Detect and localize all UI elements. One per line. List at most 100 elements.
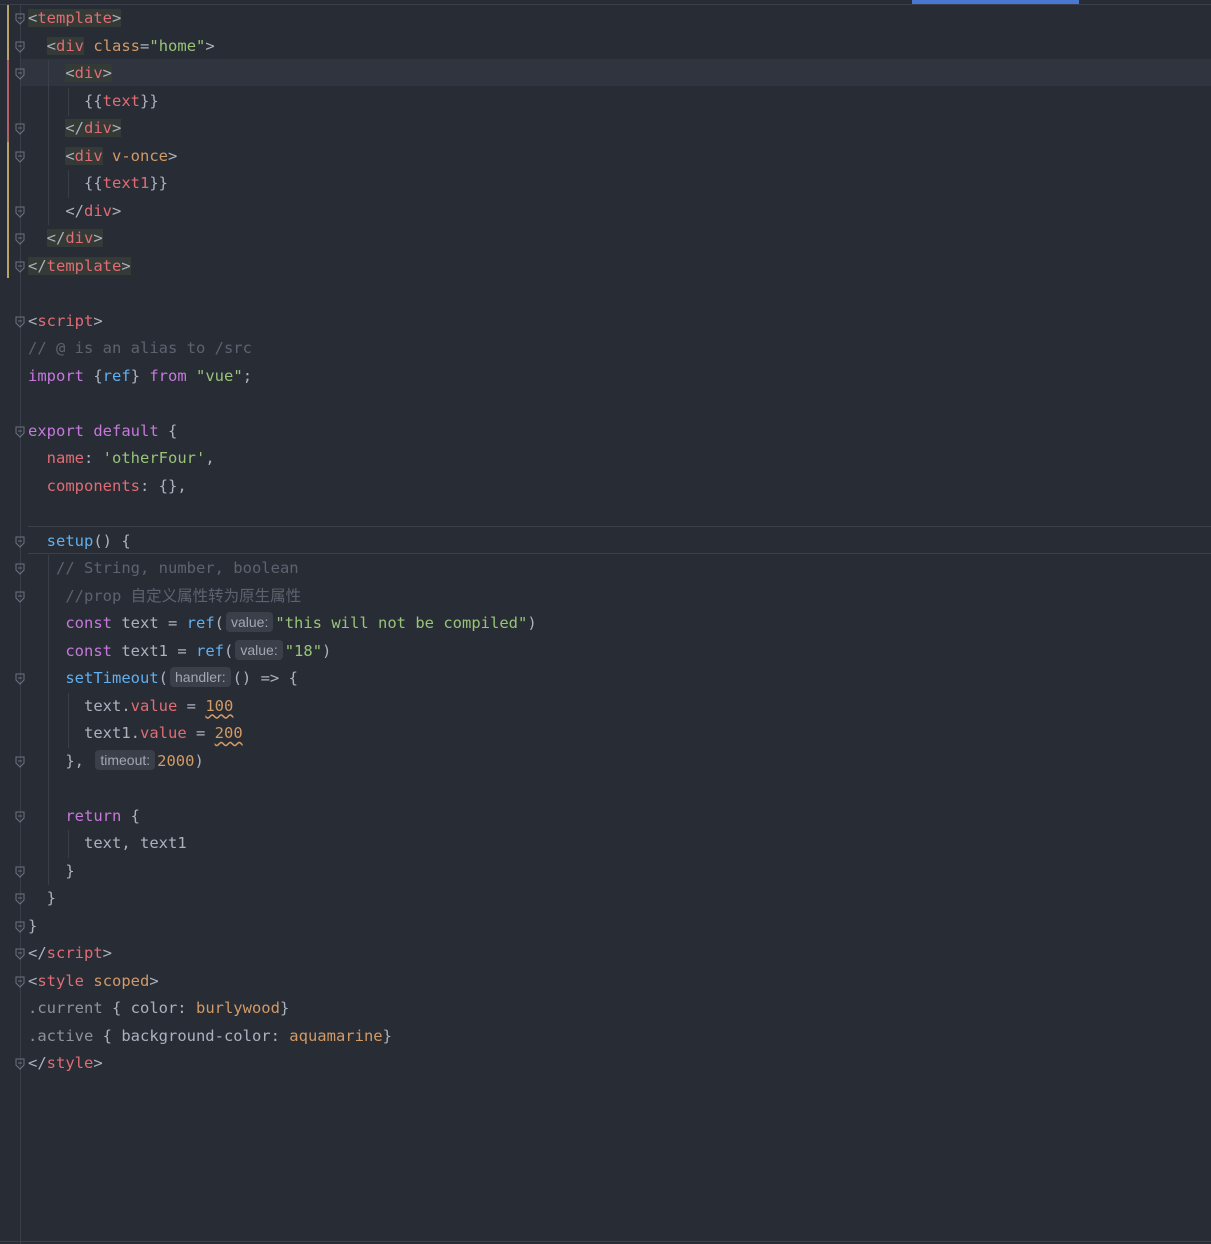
vcs-changed-marker[interactable] bbox=[7, 60, 9, 142]
code-line[interactable]: </div> bbox=[28, 198, 537, 226]
code-token: } bbox=[382, 1026, 392, 1045]
code-line[interactable]: .current { color: burlywood} bbox=[28, 995, 537, 1023]
code-line[interactable]: ​ bbox=[28, 390, 537, 418]
code-line[interactable]: <style scoped> bbox=[28, 968, 537, 996]
code-token: div bbox=[65, 229, 94, 247]
code-line[interactable]: .active { background-color: aquamarine} bbox=[28, 1023, 537, 1051]
fold-toggle-icon[interactable] bbox=[15, 921, 25, 933]
code-token: }} bbox=[149, 174, 169, 192]
code-line[interactable]: setTimeout(handler:() => { bbox=[28, 665, 537, 693]
vcs-modified-marker[interactable] bbox=[7, 5, 9, 60]
fold-toggle-icon[interactable] bbox=[15, 893, 25, 905]
code-line[interactable]: setup() { bbox=[28, 528, 537, 556]
fold-toggle-icon[interactable] bbox=[15, 123, 25, 135]
code-line[interactable]: {{text1}} bbox=[28, 170, 537, 198]
code-token: } bbox=[28, 916, 38, 935]
fold-toggle-icon[interactable] bbox=[15, 866, 25, 878]
code-token: > bbox=[205, 36, 215, 55]
fold-toggle-icon[interactable] bbox=[15, 563, 25, 575]
code-line[interactable]: </script> bbox=[28, 940, 537, 968]
code-line[interactable]: ​ bbox=[28, 500, 537, 528]
code-line[interactable]: // @ is an alias to /src bbox=[28, 335, 537, 363]
code-line[interactable]: </style> bbox=[28, 1050, 537, 1078]
code-editor[interactable]: <template> <div class="home"> <div> {{te… bbox=[0, 0, 1211, 1244]
code-token: () => { bbox=[232, 669, 298, 687]
fold-toggle-icon[interactable] bbox=[15, 426, 25, 438]
fold-toggle-icon[interactable] bbox=[15, 1058, 25, 1070]
code-line[interactable]: text1.value = 200 bbox=[28, 720, 537, 748]
fold-toggle-icon[interactable] bbox=[15, 976, 25, 988]
code-line[interactable]: <template> bbox=[28, 5, 537, 33]
code-line[interactable]: text.value = 100 bbox=[28, 693, 537, 721]
code-token: v-once bbox=[112, 146, 169, 165]
fold-toggle-icon[interactable] bbox=[15, 41, 25, 53]
code-line[interactable]: <div class="home"> bbox=[28, 33, 537, 61]
code-line[interactable]: const text = ref(value: "this will not be… bbox=[28, 610, 537, 638]
code-token: > bbox=[112, 201, 122, 220]
code-token: }} bbox=[140, 91, 159, 110]
code-token: { bbox=[158, 421, 178, 440]
code-token: 'otherFour' bbox=[102, 449, 206, 467]
code-line[interactable]: text, text1 bbox=[28, 830, 537, 858]
code-line[interactable]: import {ref} from "vue"; bbox=[28, 363, 537, 391]
fold-toggle-icon[interactable] bbox=[15, 261, 25, 273]
code-text[interactable]: <template> <div class="home"> <div> {{te… bbox=[28, 5, 537, 1078]
code-token: "vue" bbox=[196, 366, 243, 385]
code-token: aquamarine bbox=[289, 1026, 383, 1045]
fold-toggle-icon[interactable] bbox=[15, 316, 25, 328]
fold-toggle-icon[interactable] bbox=[15, 13, 25, 25]
code-line[interactable]: name: 'otherFour', bbox=[28, 445, 537, 473]
code-token: = bbox=[177, 696, 206, 715]
fold-toggle-icon[interactable] bbox=[15, 151, 25, 163]
code-line[interactable]: <div v-once> bbox=[28, 143, 537, 171]
code-token: > bbox=[93, 1054, 103, 1072]
code-token: ; bbox=[242, 366, 253, 385]
code-line[interactable]: </div> bbox=[28, 115, 537, 143]
code-line[interactable]: components: {}, bbox=[28, 473, 537, 501]
fold-toggle-icon[interactable] bbox=[15, 948, 25, 960]
code-line[interactable]: }, timeout: 2000) bbox=[28, 748, 537, 776]
fold-toggle-icon[interactable] bbox=[15, 206, 25, 218]
code-token: "18" bbox=[284, 641, 323, 660]
fold-toggle-icon[interactable] bbox=[15, 233, 25, 245]
fold-toggle-icon[interactable] bbox=[15, 811, 25, 823]
code-token: < bbox=[46, 36, 57, 55]
code-line[interactable]: ​ bbox=[28, 775, 537, 803]
code-line[interactable]: const text1 = ref(value: "18") bbox=[28, 638, 537, 666]
code-line[interactable]: </div> bbox=[28, 225, 537, 253]
fold-toggle-icon[interactable] bbox=[15, 536, 25, 548]
fold-toggle-icon[interactable] bbox=[15, 591, 25, 603]
code-line[interactable]: export default { bbox=[28, 418, 537, 446]
vcs-modified-marker[interactable] bbox=[7, 142, 9, 278]
code-line[interactable]: {{text}} bbox=[28, 88, 537, 116]
code-token: > bbox=[102, 944, 113, 962]
code-line[interactable]: return { bbox=[28, 803, 537, 831]
fold-toggle-icon[interactable] bbox=[15, 68, 25, 80]
code-line[interactable]: } bbox=[28, 913, 537, 941]
code-line[interactable]: //prop 自定义属性转为原生属性 bbox=[28, 583, 537, 611]
fold-toggle-icon[interactable] bbox=[15, 756, 25, 768]
code-token: } bbox=[130, 366, 150, 385]
code-line[interactable]: </template> bbox=[28, 253, 537, 281]
code-line[interactable]: } bbox=[28, 858, 537, 886]
code-token: export bbox=[28, 421, 84, 440]
code-line[interactable]: // String, number, boolean bbox=[28, 555, 537, 583]
code-token: } bbox=[65, 861, 75, 880]
code-line[interactable]: } bbox=[28, 885, 537, 913]
code-line[interactable]: <div> bbox=[28, 60, 537, 88]
code-token: = bbox=[186, 724, 215, 742]
code-token: }, bbox=[65, 751, 94, 770]
code-token: ( bbox=[224, 641, 234, 660]
parameter-hint: value: bbox=[226, 612, 274, 632]
code-token: //prop 自定义属性转为原生属性 bbox=[65, 586, 302, 605]
code-line[interactable]: <script> bbox=[28, 308, 537, 336]
code-token: </ bbox=[65, 119, 84, 137]
fold-toggle-icon[interactable] bbox=[15, 673, 25, 685]
code-line[interactable]: ​ bbox=[28, 280, 537, 308]
